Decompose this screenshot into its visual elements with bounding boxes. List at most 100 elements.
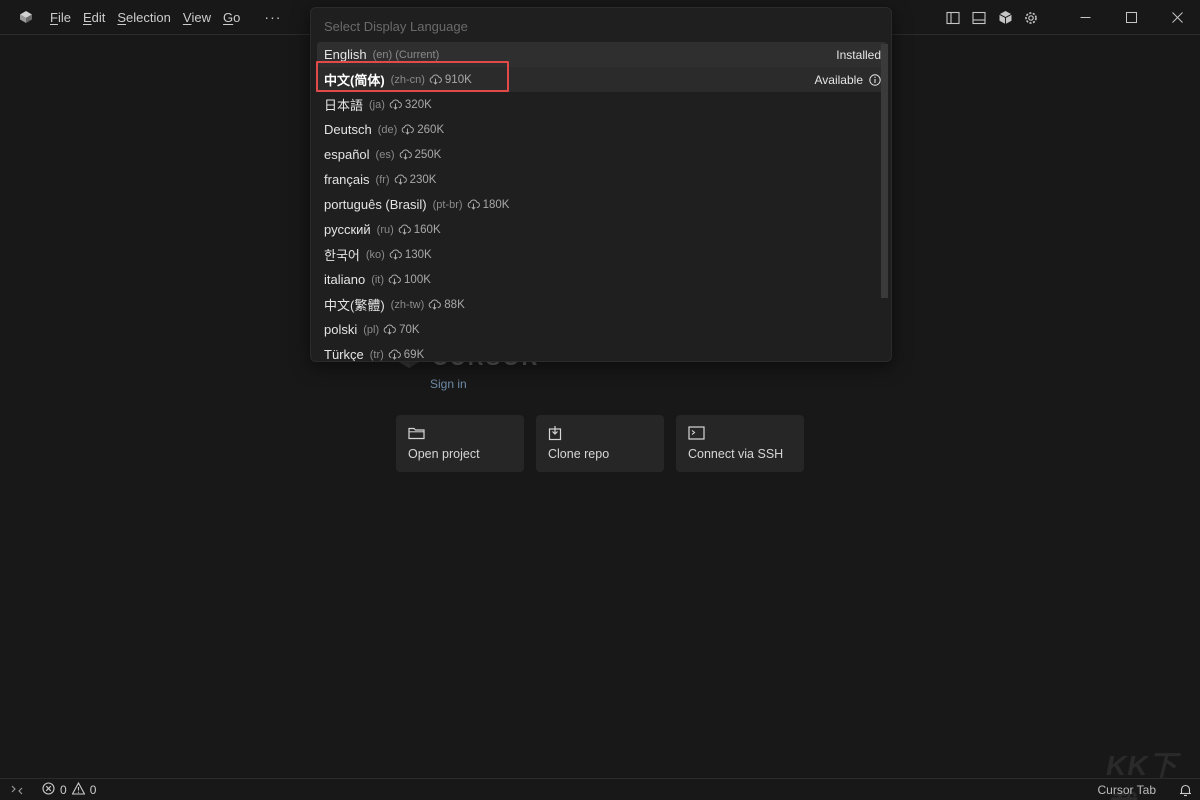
folder-icon	[408, 425, 426, 441]
language-code: (pl)	[363, 323, 380, 336]
language-option[interactable]: русский (ru) 160K	[317, 217, 887, 242]
terminal-icon	[688, 425, 706, 441]
language-name: português (Brasil)	[324, 197, 427, 212]
cloud-download-icon	[467, 199, 480, 210]
toggle-panel-icon[interactable]	[966, 5, 992, 31]
open-project-button[interactable]: Open project	[396, 415, 524, 472]
menu-view[interactable]: View	[177, 5, 217, 29]
language-option[interactable]: español (es) 250K	[317, 142, 887, 167]
language-pack-size: 69K	[403, 348, 425, 361]
language-name: italiano	[324, 272, 366, 287]
language-pack-size: 180K	[482, 198, 510, 211]
language-pack-size: 160K	[413, 223, 441, 236]
error-count: 0	[60, 782, 67, 797]
menu-edit[interactable]: Edit	[77, 5, 111, 29]
language-list-scrollbar[interactable]	[881, 44, 888, 298]
menu-go-mnemonic: G	[223, 9, 234, 25]
clone-repo-button[interactable]: Clone repo	[536, 415, 664, 472]
language-pack-size: 100K	[404, 273, 431, 286]
language-name: 中文(繁體)	[324, 298, 385, 313]
language-code: (ja)	[369, 98, 385, 111]
language-code: (fr)	[375, 173, 390, 186]
cloud-download-icon	[383, 324, 397, 335]
cursor-logo-icon	[18, 9, 34, 25]
cloud-download-icon	[399, 149, 412, 160]
language-name: polski	[324, 322, 358, 337]
highlight-annotation-box	[316, 61, 509, 92]
menu-edit-label: dit	[91, 9, 106, 25]
cloud-download-icon	[401, 124, 415, 135]
cube-icon[interactable]	[992, 5, 1018, 31]
menu-view-mnemonic: V	[182, 9, 192, 25]
language-name: français	[324, 172, 370, 187]
watermark: KK下载	[1106, 750, 1178, 800]
menu-selection-label: election	[126, 9, 171, 25]
language-status-label: Available	[814, 72, 863, 87]
remote-indicator-icon[interactable]	[0, 779, 34, 800]
language-code: (tr)	[369, 348, 384, 361]
info-icon[interactable]	[869, 73, 881, 86]
language-option[interactable]: Türkçe (tr) 69K	[317, 342, 887, 362]
language-search-input[interactable]	[317, 13, 887, 39]
language-name: 한국어	[324, 248, 360, 263]
warning-count: 0	[89, 782, 97, 797]
language-code: (de)	[377, 123, 398, 136]
close-window-icon[interactable]	[1154, 0, 1200, 35]
settings-gear-icon[interactable]	[1018, 5, 1044, 31]
language-name: Türkçe	[324, 347, 364, 362]
language-status: Installed	[836, 48, 881, 62]
cloud-download-icon	[398, 224, 411, 235]
menu-file-label: ile	[57, 9, 71, 25]
open-project-label: Open project	[408, 447, 480, 461]
language-option[interactable]: 한국어 (ko) 130K	[317, 242, 887, 267]
language-name: Deutsch	[324, 122, 372, 137]
language-option[interactable]: polski (pl) 70K	[317, 317, 887, 342]
menu-file[interactable]: File	[44, 5, 77, 29]
menu-view-label: iew	[191, 9, 212, 25]
language-code: (ru)	[376, 223, 394, 236]
language-code: (es)	[375, 148, 395, 161]
clone-icon	[548, 425, 566, 441]
language-code: (ko)	[365, 248, 385, 261]
language-option[interactable]: 日本語 (ja) 320K	[317, 92, 887, 117]
language-pack-size: 260K	[417, 123, 445, 136]
menu-go[interactable]: Go	[217, 5, 246, 29]
language-option[interactable]: Deutsch (de) 260K	[317, 117, 887, 142]
menu-go-label: o	[233, 9, 241, 25]
error-icon	[42, 781, 55, 798]
language-option[interactable]: français (fr) 230K	[317, 167, 887, 192]
menu-more-button[interactable]: ···	[256, 9, 289, 25]
language-option[interactable]: 中文(繁體) (zh-tw) 88K	[317, 292, 887, 317]
language-name: русский	[324, 222, 371, 237]
language-code: (en) (Current)	[372, 48, 440, 61]
warning-icon	[71, 781, 86, 798]
language-status: Available	[815, 73, 881, 87]
menu-selection-mnemonic: S	[117, 9, 127, 25]
language-name: 日本語	[324, 98, 364, 113]
cloud-download-icon	[388, 349, 401, 360]
minimize-window-icon[interactable]	[1062, 0, 1108, 35]
toggle-sidebar-icon[interactable]	[940, 5, 966, 31]
language-option[interactable]: português (Brasil) (pt-br) 180K	[317, 192, 887, 217]
language-pack-size: 88K	[444, 298, 465, 311]
language-code: (it)	[371, 273, 385, 286]
cloud-download-icon	[388, 274, 401, 285]
language-pack-size: 250K	[414, 148, 442, 161]
language-pack-size: 320K	[404, 98, 432, 111]
problems-indicator[interactable]: 0 0	[40, 781, 99, 798]
language-pack-size: 70K	[399, 323, 420, 336]
connect-ssh-button[interactable]: Connect via SSH	[676, 415, 804, 472]
cloud-download-icon	[394, 174, 407, 185]
language-name: español	[324, 147, 370, 162]
language-name: English	[324, 47, 367, 62]
clone-repo-label: Clone repo	[548, 447, 610, 461]
language-code: (zh-tw)	[390, 298, 425, 311]
menu-edit-mnemonic: E	[82, 9, 92, 25]
menu-file-mnemonic: F	[50, 9, 58, 25]
sign-in-link[interactable]: Sign in	[430, 377, 467, 391]
language-option[interactable]: italiano (it) 100K	[317, 267, 887, 292]
maximize-window-icon[interactable]	[1108, 0, 1154, 35]
language-status-label: Installed	[836, 47, 881, 62]
menu-bar: File Edit Selection View Go ···	[44, 0, 289, 35]
menu-selection[interactable]: Selection	[111, 5, 176, 29]
